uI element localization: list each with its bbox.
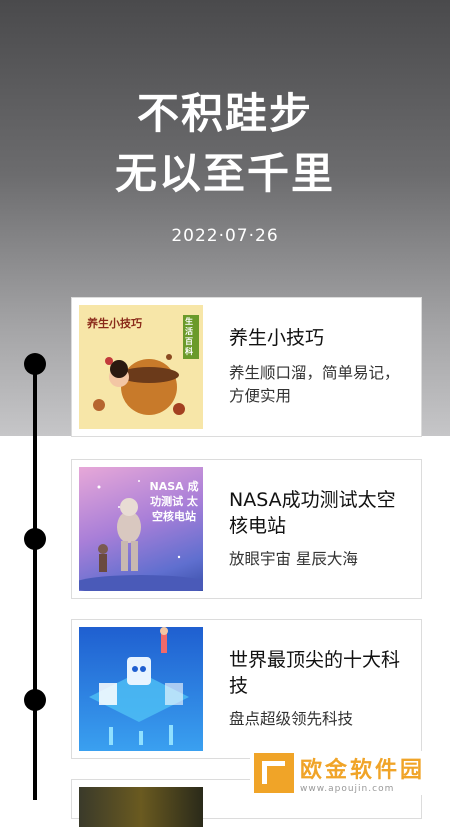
- timeline-dot: [24, 353, 46, 375]
- timeline-dot: [24, 528, 46, 550]
- article-thumbnail: [79, 627, 203, 751]
- article-subtitle: 放眼宇宙 星辰大海: [229, 550, 358, 568]
- article-title: NASA成功测试太空核电站: [229, 489, 396, 537]
- article-subtitle: 盘点超级领先科技: [229, 710, 354, 728]
- article-title: 世界最顶尖的十大科技: [229, 649, 401, 697]
- thumbnail-tag: 生活百科: [183, 315, 199, 359]
- hero-date: 2022·07·26: [171, 226, 279, 246]
- article-card[interactable]: NASA 成功测试 太空核电站 NASA成功测试太空核电站 放眼宇宙 星辰大海: [71, 459, 422, 599]
- hero-headline-line1: 不积跬步: [136, 89, 313, 138]
- thumbnail-caption: NASA 成功测试 太空核电站: [149, 480, 199, 523]
- watermark-url: www.apoujin.com: [300, 784, 395, 794]
- article-title: 养生小技巧: [229, 327, 325, 349]
- hero-headline-line2: 无以至千里: [114, 149, 335, 198]
- watermark: 欧金软件园 www.apoujin.com: [250, 751, 444, 795]
- thumbnail-caption: 养生小技巧: [87, 317, 142, 330]
- timeline-dot: [24, 689, 46, 711]
- article-card[interactable]: 养生小技巧 生活百科 养生小技巧 养生顺口溜，简单易记，方便实用: [71, 297, 422, 437]
- article-thumbnail: [79, 787, 203, 827]
- watermark-name: 欧金软件园: [300, 758, 426, 783]
- timeline-line: [33, 362, 37, 800]
- article-thumbnail: NASA 成功测试 太空核电站: [79, 467, 203, 591]
- article-subtitle: 养生顺口溜，简单易记，方便实用: [229, 364, 400, 405]
- brand-logo-icon: [254, 753, 294, 793]
- article-card[interactable]: 世界最顶尖的十大科技 盘点超级领先科技: [71, 619, 422, 759]
- article-thumbnail: 养生小技巧 生活百科: [79, 305, 203, 429]
